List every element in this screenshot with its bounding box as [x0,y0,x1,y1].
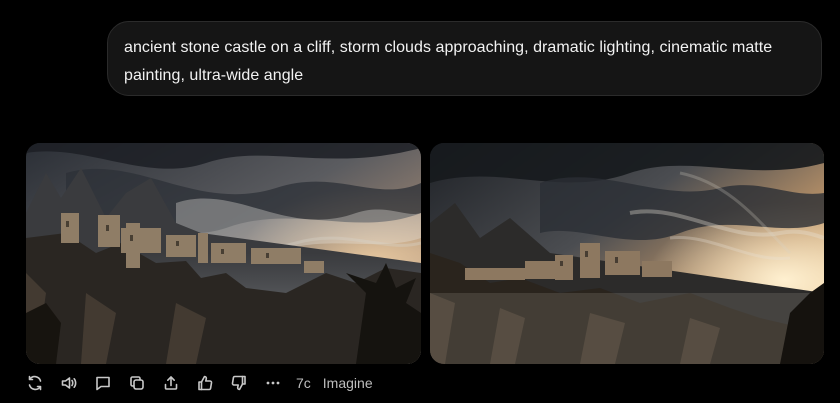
copy-icon[interactable] [126,372,148,394]
imagine-button[interactable]: Imagine [323,372,373,394]
more-icon[interactable] [262,372,284,394]
model-label[interactable]: 7c [296,372,311,394]
share-icon[interactable] [160,372,182,394]
generated-image-1[interactable] [26,143,421,364]
chat-page: ancient stone castle on a cliff, storm c… [0,0,840,403]
user-prompt-text: ancient stone castle on a cliff, storm c… [124,39,773,84]
castle-storm-image-1 [26,143,421,364]
comment-icon[interactable] [92,372,114,394]
user-prompt-bubble: ancient stone castle on a cliff, storm c… [107,21,822,96]
regenerate-icon[interactable] [24,372,46,394]
thumbs-down-icon[interactable] [228,372,250,394]
castle-storm-image-2 [430,143,824,364]
read-aloud-icon[interactable] [58,372,80,394]
response-actions-toolbar: 7c Imagine [24,371,373,395]
generated-image-2[interactable] [430,143,824,364]
thumbs-up-icon[interactable] [194,372,216,394]
